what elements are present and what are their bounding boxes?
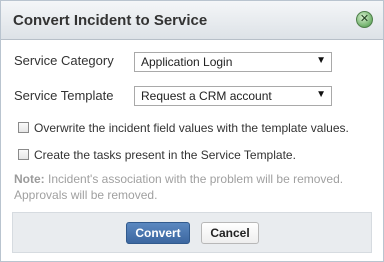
service-category-value: Application Login (141, 55, 233, 69)
dialog-title: Convert Incident to Service (13, 12, 208, 29)
service-category-select[interactable]: Application Login ▼ (134, 52, 332, 72)
service-category-label: Service Category (14, 53, 114, 68)
chevron-down-icon: ▼ (316, 55, 326, 66)
service-template-select[interactable]: Request a CRM account ▼ (134, 86, 332, 106)
dialog-titlebar: Convert Incident to Service ✕ (1, 1, 383, 40)
close-icon: ✕ (359, 13, 370, 25)
overwrite-checkbox[interactable] (18, 122, 29, 133)
convert-incident-dialog: Convert Incident to Service ✕ Service Ca… (0, 0, 384, 262)
note-prefix: Note: (14, 172, 45, 186)
dialog-footer: Convert Cancel (12, 212, 372, 253)
service-template-value: Request a CRM account (141, 89, 272, 103)
cancel-button[interactable]: Cancel (201, 222, 259, 244)
service-template-label: Service Template (14, 88, 114, 103)
create-tasks-checkbox[interactable] (18, 149, 29, 160)
convert-button[interactable]: Convert (126, 222, 190, 244)
create-tasks-checkbox-label[interactable]: Create the tasks present in the Service … (34, 148, 296, 162)
note-line-2: Approvals will be removed. (14, 188, 158, 202)
note-text: Note: Incident's association with the pr… (14, 171, 374, 203)
chevron-down-icon: ▼ (316, 89, 326, 100)
overwrite-checkbox-label[interactable]: Overwrite the incident field values with… (34, 121, 349, 135)
close-button[interactable]: ✕ (356, 11, 373, 28)
note-line-1: Incident's association with the problem … (44, 172, 344, 186)
